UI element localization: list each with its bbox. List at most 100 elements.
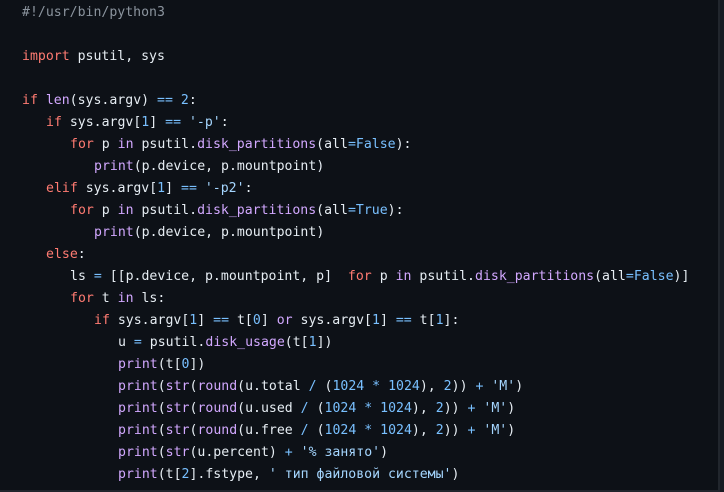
- code-token: str: [165, 423, 190, 438]
- code-token: 'M': [483, 401, 508, 416]
- code-token: 1024: [380, 423, 412, 438]
- code-token: 1: [435, 313, 444, 328]
- code-token: ' тип файловой системы': [268, 467, 452, 482]
- code-token: :: [220, 115, 229, 130]
- code-token: if: [22, 93, 38, 108]
- code-token: psutil.: [133, 137, 198, 152]
- code-token: psutil.: [133, 203, 198, 218]
- code-token: else: [46, 247, 78, 262]
- code-token: 0: [252, 313, 261, 328]
- code-listing[interactable]: #!/usr/bin/python3 import psutil, sys if…: [0, 0, 718, 486]
- code-token: if: [94, 313, 110, 328]
- code-line: else:: [22, 244, 718, 266]
- code-line: for p in psutil.disk_partitions(all=True…: [22, 200, 718, 222]
- code-token: )]: [673, 269, 690, 284]
- code-token: in: [117, 291, 134, 306]
- code-token: ),: [419, 379, 444, 394]
- code-line: print(str(round(u.free / (1024 * 1024), …: [22, 420, 718, 442]
- code-token: 1: [308, 335, 317, 350]
- code-token: (u.percent): [189, 445, 285, 460]
- code-token: or: [276, 313, 293, 328]
- code-token: psutil.: [141, 335, 206, 350]
- code-token: psutil.: [411, 269, 475, 284]
- code-token: if: [46, 115, 62, 130]
- code-token: p: [93, 203, 118, 218]
- code-token: sys.argv[: [292, 313, 372, 328]
- code-token: ]: [197, 313, 214, 328]
- code-token: /: [300, 401, 309, 416]
- code-token: ): [515, 379, 524, 394]
- code-token: ==: [181, 181, 197, 196]
- code-token: disk_partitions: [475, 269, 595, 284]
- code-token: (: [157, 401, 166, 416]
- code-token: ): [380, 445, 389, 460]
- code-token: print: [118, 379, 158, 394]
- code-token: (: [157, 379, 166, 394]
- scrollbar-track[interactable]: [720, 0, 724, 492]
- code-token: ): [507, 401, 516, 416]
- code-token: =: [347, 203, 356, 218]
- code-token: =: [625, 269, 634, 284]
- code-token: '-p2': [204, 181, 245, 196]
- code-token: False: [633, 269, 674, 284]
- code-block: #!/usr/bin/python3 import psutil, sys if…: [0, 0, 720, 492]
- code-line: print(t[2].fstype, ' тип файловой систем…: [22, 464, 718, 486]
- code-token: (sys.argv): [69, 93, 158, 108]
- code-token: 1: [372, 313, 380, 328]
- code-token: ),: [411, 423, 436, 438]
- code-token: disk_partitions: [197, 203, 317, 218]
- code-line: print(p.device, p.mountpoint): [22, 222, 718, 244]
- code-token: 1: [157, 181, 166, 196]
- code-token: str: [165, 401, 190, 416]
- code-token: (all: [316, 203, 348, 218]
- code-token: )): [451, 379, 476, 394]
- code-token: sys.argv[: [77, 181, 158, 196]
- code-token: sys.argv[: [109, 313, 190, 328]
- code-token: str: [165, 445, 190, 460]
- code-token: 1024: [324, 423, 357, 438]
- code-token: '-p': [188, 115, 221, 130]
- code-line: print(str(round(u.total / (1024 * 1024),…: [22, 376, 718, 398]
- code-token: print: [94, 225, 134, 240]
- code-token: /: [300, 423, 309, 438]
- code-token: True: [355, 203, 388, 218]
- code-token: ): [507, 423, 516, 438]
- code-token: 'M': [483, 423, 508, 438]
- code-token: print: [118, 423, 158, 438]
- code-token: *: [364, 423, 373, 438]
- code-token: str: [165, 379, 190, 394]
- code-token: for: [70, 203, 94, 218]
- code-token: =: [93, 269, 102, 284]
- code-token: ==: [213, 313, 230, 328]
- code-token: (t[: [157, 357, 182, 372]
- code-token: (all: [316, 137, 348, 152]
- code-line: print(p.device, p.mountpoint): [22, 156, 718, 178]
- code-token: #!/usr/bin/python3: [22, 5, 165, 20]
- code-token: 2: [435, 401, 444, 416]
- code-token: ]: [260, 313, 277, 328]
- code-token: 1024: [380, 401, 412, 416]
- code-token: 1024: [332, 379, 365, 394]
- code-token: p: [93, 137, 118, 152]
- code-token: (t[: [284, 335, 309, 350]
- code-token: in: [395, 269, 412, 284]
- code-token: (: [157, 423, 166, 438]
- code-token: ),: [411, 401, 436, 416]
- code-line: print(str(round(u.used / (1024 * 1024), …: [22, 398, 718, 420]
- code-line: if sys.argv[1] == t[0] or sys.argv[1] ==…: [22, 310, 718, 332]
- code-token: (u.used: [237, 401, 301, 416]
- code-token: (u.free: [237, 423, 301, 438]
- code-token: disk_partitions: [197, 137, 317, 152]
- code-token: (t[: [157, 467, 182, 482]
- code-token: (all: [594, 269, 626, 284]
- code-token: elif: [46, 181, 78, 196]
- code-token: (: [308, 423, 325, 438]
- code-token: ==: [157, 93, 173, 108]
- code-line: if len(sys.argv) == 2:: [22, 90, 718, 112]
- code-token: ): [451, 467, 460, 482]
